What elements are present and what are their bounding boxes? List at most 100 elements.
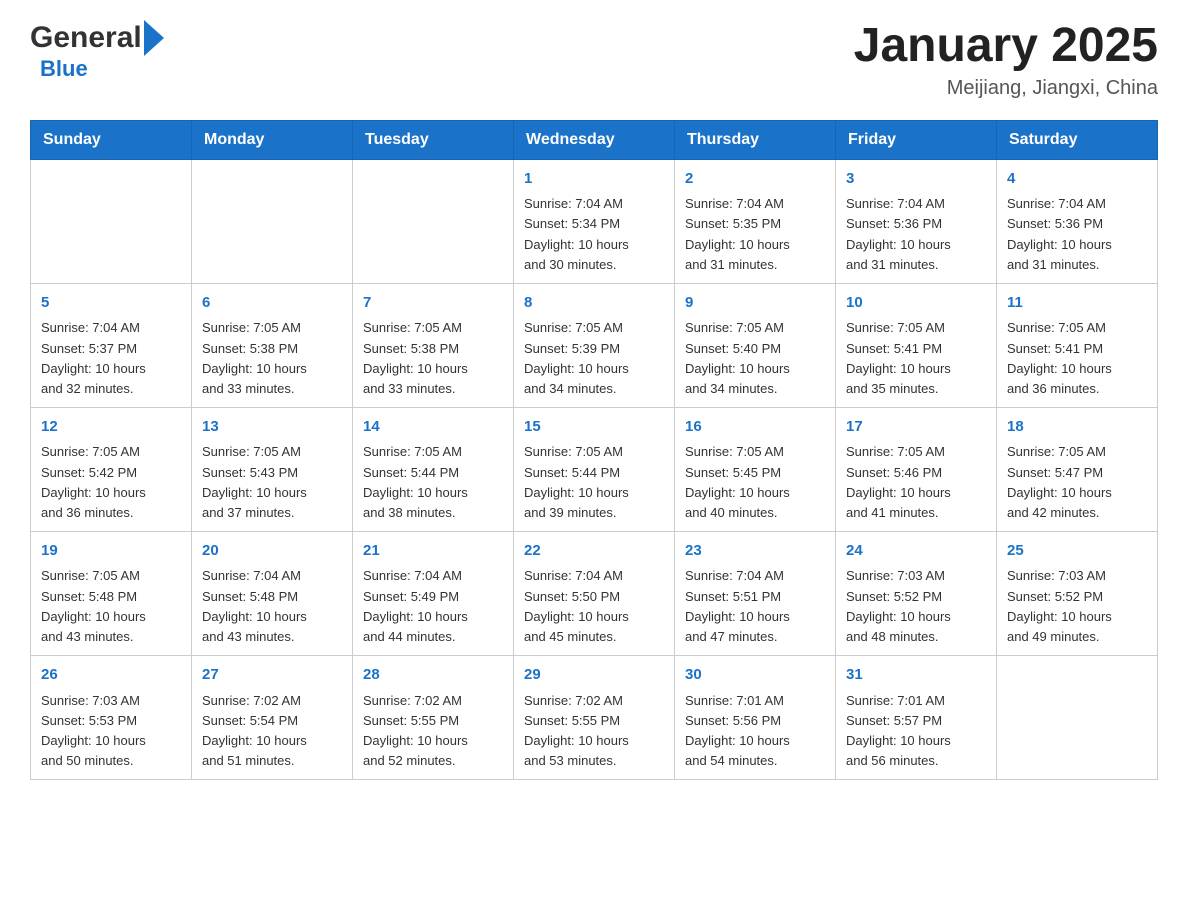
calendar-cell: 22 Sunrise: 7:04 AM Sunset: 5:50 PM Dayli… — [514, 531, 675, 655]
calendar-table: SundayMondayTuesdayWednesdayThursdayFrid… — [30, 120, 1158, 780]
day-number: 10 — [846, 292, 986, 315]
day-number: 7 — [363, 292, 503, 315]
calendar-day-header: Saturday — [997, 120, 1158, 159]
day-number: 11 — [1007, 292, 1147, 315]
day-number: 17 — [846, 416, 986, 439]
day-info: Sunrise: 7:04 AM Sunset: 5:36 PM Dayligh… — [1007, 194, 1147, 275]
day-info: Sunrise: 7:03 AM Sunset: 5:52 PM Dayligh… — [1007, 566, 1147, 647]
day-info: Sunrise: 7:04 AM Sunset: 5:50 PM Dayligh… — [524, 566, 664, 647]
day-info: Sunrise: 7:05 AM Sunset: 5:43 PM Dayligh… — [202, 442, 342, 523]
calendar-cell: 17 Sunrise: 7:05 AM Sunset: 5:46 PM Dayli… — [836, 407, 997, 531]
day-info: Sunrise: 7:05 AM Sunset: 5:39 PM Dayligh… — [524, 318, 664, 399]
day-number: 21 — [363, 540, 503, 563]
calendar-cell: 26Sunrise: 7:03 AM Sunset: 5:53 PM Dayli… — [31, 656, 192, 780]
day-number: 25 — [1007, 540, 1147, 563]
calendar-cell: 9Sunrise: 7:05 AM Sunset: 5:40 PM Daylig… — [675, 283, 836, 407]
calendar-cell: 23Sunrise: 7:04 AM Sunset: 5:51 PM Dayli… — [675, 531, 836, 655]
day-info: Sunrise: 7:04 AM Sunset: 5:35 PM Dayligh… — [685, 194, 825, 275]
day-number: 20 — [202, 540, 342, 563]
day-number: 31 — [846, 664, 986, 687]
day-info: Sunrise: 7:04 AM Sunset: 5:37 PM Dayligh… — [41, 318, 181, 399]
calendar-cell: 30 Sunrise: 7:01 AM Sunset: 5:56 PM Dayli… — [675, 656, 836, 780]
calendar-cell: 21 Sunrise: 7:04 AM Sunset: 5:49 PM Dayli… — [353, 531, 514, 655]
calendar-cell: 4 Sunrise: 7:04 AM Sunset: 5:36 PM Daylig… — [997, 159, 1158, 283]
calendar-day-header: Wednesday — [514, 120, 675, 159]
calendar-cell: 3 Sunrise: 7:04 AM Sunset: 5:36 PM Daylig… — [836, 159, 997, 283]
calendar-day-header: Monday — [192, 120, 353, 159]
day-number: 1 — [524, 168, 664, 191]
day-number: 8 — [524, 292, 664, 315]
logo-general-text: General — [30, 21, 142, 55]
day-number: 26 — [41, 664, 181, 687]
logo-arrow-icon — [144, 20, 164, 56]
day-info: Sunrise: 7:05 AM Sunset: 5:48 PM Dayligh… — [41, 566, 181, 647]
day-info: Sunrise: 7:03 AM Sunset: 5:52 PM Dayligh… — [846, 566, 986, 647]
calendar-week-row: 19 Sunrise: 7:05 AM Sunset: 5:48 PM Dayli… — [31, 531, 1158, 655]
calendar-cell: 13 Sunrise: 7:05 AM Sunset: 5:43 PM Dayli… — [192, 407, 353, 531]
day-number: 2 — [685, 168, 825, 191]
day-info: Sunrise: 7:05 AM Sunset: 5:38 PM Dayligh… — [202, 318, 342, 399]
day-info: Sunrise: 7:04 AM Sunset: 5:36 PM Dayligh… — [846, 194, 986, 275]
day-number: 12 — [41, 416, 181, 439]
day-number: 3 — [846, 168, 986, 191]
day-info: Sunrise: 7:04 AM Sunset: 5:34 PM Dayligh… — [524, 194, 664, 275]
calendar-cell: 12 Sunrise: 7:05 AM Sunset: 5:42 PM Dayli… — [31, 407, 192, 531]
day-info: Sunrise: 7:05 AM Sunset: 5:47 PM Dayligh… — [1007, 442, 1147, 523]
day-number: 6 — [202, 292, 342, 315]
calendar-cell: 5 Sunrise: 7:04 AM Sunset: 5:37 PM Daylig… — [31, 283, 192, 407]
day-number: 28 — [363, 664, 503, 687]
calendar-week-row: 1 Sunrise: 7:04 AM Sunset: 5:34 PM Daylig… — [31, 159, 1158, 283]
calendar-week-row: 5 Sunrise: 7:04 AM Sunset: 5:37 PM Daylig… — [31, 283, 1158, 407]
day-info: Sunrise: 7:04 AM Sunset: 5:51 PM Dayligh… — [685, 566, 825, 647]
calendar-cell — [353, 159, 514, 283]
calendar-day-header: Tuesday — [353, 120, 514, 159]
day-info: Sunrise: 7:05 AM Sunset: 5:44 PM Dayligh… — [524, 442, 664, 523]
day-info: Sunrise: 7:01 AM Sunset: 5:57 PM Dayligh… — [846, 691, 986, 772]
day-info: Sunrise: 7:01 AM Sunset: 5:56 PM Dayligh… — [685, 691, 825, 772]
page-header: General Blue January 2025 Meijiang, Jian… — [30, 20, 1158, 100]
day-number: 29 — [524, 664, 664, 687]
calendar-cell: 11Sunrise: 7:05 AM Sunset: 5:41 PM Dayli… — [997, 283, 1158, 407]
day-info: Sunrise: 7:05 AM Sunset: 5:46 PM Dayligh… — [846, 442, 986, 523]
calendar-cell: 18 Sunrise: 7:05 AM Sunset: 5:47 PM Dayli… — [997, 407, 1158, 531]
calendar-cell: 15Sunrise: 7:05 AM Sunset: 5:44 PM Dayli… — [514, 407, 675, 531]
day-info: Sunrise: 7:05 AM Sunset: 5:44 PM Dayligh… — [363, 442, 503, 523]
calendar-cell: 24 Sunrise: 7:03 AM Sunset: 5:52 PM Dayli… — [836, 531, 997, 655]
calendar-day-header: Friday — [836, 120, 997, 159]
day-info: Sunrise: 7:05 AM Sunset: 5:42 PM Dayligh… — [41, 442, 181, 523]
day-number: 14 — [363, 416, 503, 439]
calendar-week-row: 26Sunrise: 7:03 AM Sunset: 5:53 PM Dayli… — [31, 656, 1158, 780]
day-number: 13 — [202, 416, 342, 439]
day-number: 16 — [685, 416, 825, 439]
day-info: Sunrise: 7:02 AM Sunset: 5:55 PM Dayligh… — [524, 691, 664, 772]
calendar-cell: 31 Sunrise: 7:01 AM Sunset: 5:57 PM Dayli… — [836, 656, 997, 780]
calendar-cell: 2 Sunrise: 7:04 AM Sunset: 5:35 PM Daylig… — [675, 159, 836, 283]
day-number: 5 — [41, 292, 181, 315]
calendar-day-header: Thursday — [675, 120, 836, 159]
title-block: January 2025 Meijiang, Jiangxi, China — [854, 20, 1158, 100]
calendar-day-header: Sunday — [31, 120, 192, 159]
day-number: 19 — [41, 540, 181, 563]
day-number: 4 — [1007, 168, 1147, 191]
day-number: 27 — [202, 664, 342, 687]
calendar-cell: 25 Sunrise: 7:03 AM Sunset: 5:52 PM Dayli… — [997, 531, 1158, 655]
day-info: Sunrise: 7:02 AM Sunset: 5:55 PM Dayligh… — [363, 691, 503, 772]
calendar-cell: 7 Sunrise: 7:05 AM Sunset: 5:38 PM Daylig… — [353, 283, 514, 407]
day-number: 22 — [524, 540, 664, 563]
day-number: 9 — [685, 292, 825, 315]
calendar-cell — [192, 159, 353, 283]
calendar-cell: 14 Sunrise: 7:05 AM Sunset: 5:44 PM Dayli… — [353, 407, 514, 531]
day-info: Sunrise: 7:05 AM Sunset: 5:45 PM Dayligh… — [685, 442, 825, 523]
day-number: 18 — [1007, 416, 1147, 439]
calendar-cell: 10Sunrise: 7:05 AM Sunset: 5:41 PM Dayli… — [836, 283, 997, 407]
day-info: Sunrise: 7:02 AM Sunset: 5:54 PM Dayligh… — [202, 691, 342, 772]
day-info: Sunrise: 7:04 AM Sunset: 5:49 PM Dayligh… — [363, 566, 503, 647]
calendar-cell: 28 Sunrise: 7:02 AM Sunset: 5:55 PM Dayli… — [353, 656, 514, 780]
calendar-cell: 8 Sunrise: 7:05 AM Sunset: 5:39 PM Daylig… — [514, 283, 675, 407]
logo: General Blue — [30, 20, 164, 82]
day-number: 30 — [685, 664, 825, 687]
day-number: 24 — [846, 540, 986, 563]
calendar-cell: 16 Sunrise: 7:05 AM Sunset: 5:45 PM Dayli… — [675, 407, 836, 531]
calendar-cell — [31, 159, 192, 283]
day-info: Sunrise: 7:05 AM Sunset: 5:38 PM Dayligh… — [363, 318, 503, 399]
